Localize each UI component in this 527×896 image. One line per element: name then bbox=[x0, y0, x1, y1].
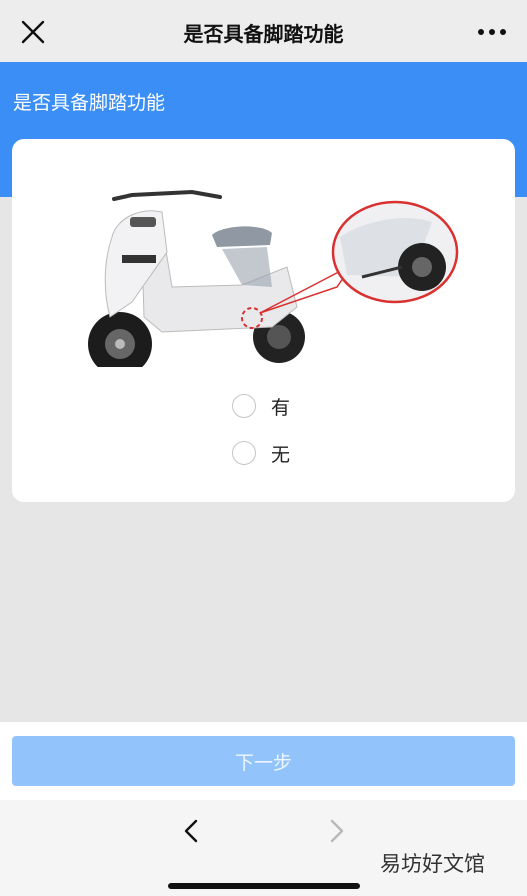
option-label: 无 bbox=[271, 443, 291, 466]
option-no[interactable]: 无 bbox=[232, 438, 290, 468]
watermark-text: 易坊好文馆 bbox=[380, 852, 485, 876]
scooter-image bbox=[88, 189, 459, 367]
page-title: 是否具备脚踏功能 bbox=[183, 22, 344, 46]
radio-button[interactable] bbox=[232, 441, 256, 465]
question-heading: 是否具备脚踏功能 bbox=[13, 92, 166, 114]
more-icon[interactable] bbox=[475, 22, 509, 42]
option-yes[interactable]: 有 bbox=[232, 391, 290, 421]
title-bar: 是否具备脚踏功能 bbox=[0, 0, 527, 63]
home-indicator[interactable] bbox=[168, 883, 360, 889]
option-label: 有 bbox=[271, 396, 291, 419]
question-card: 有 无 bbox=[12, 139, 515, 502]
bottom-bar: 下一步 易坊好文馆 bbox=[0, 722, 527, 896]
radio-button[interactable] bbox=[232, 394, 256, 418]
chevron-left-icon[interactable] bbox=[178, 817, 206, 845]
next-button[interactable]: 下一步 bbox=[12, 736, 515, 786]
chevron-right-icon[interactable] bbox=[322, 817, 350, 845]
browser-nav-bar: 易坊好文馆 bbox=[0, 800, 527, 896]
